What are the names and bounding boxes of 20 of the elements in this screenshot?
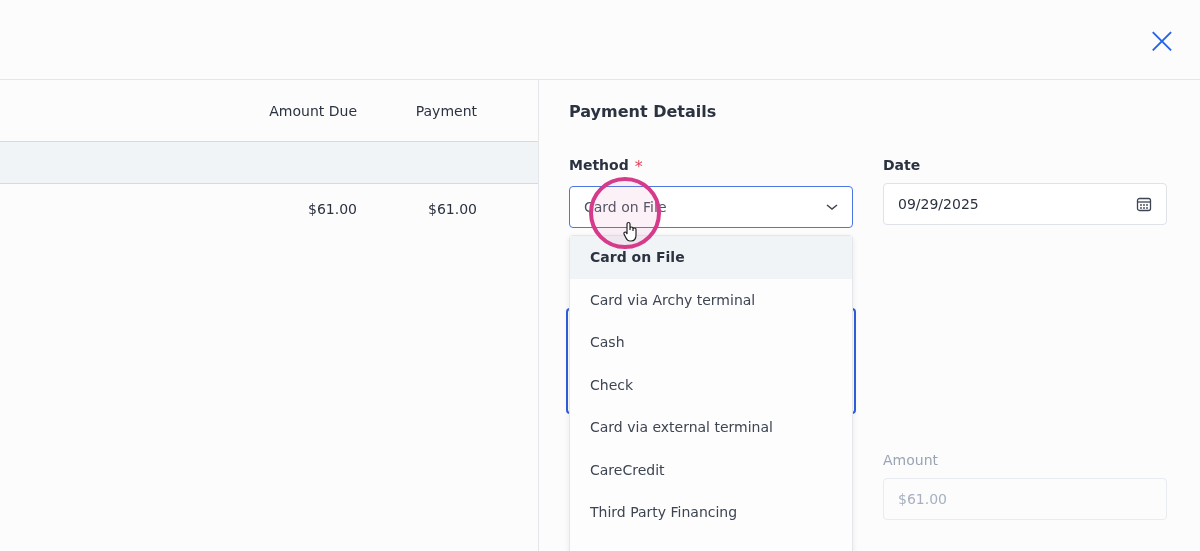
dropdown-option[interactable]: Cash <box>570 321 852 364</box>
close-button[interactable]: × <box>1146 24 1176 55</box>
dropdown-option[interactable]: Card on File <box>570 236 852 279</box>
dropdown-option[interactable]: CareCredit <box>570 448 852 491</box>
column-header: Payment <box>414 102 477 119</box>
field-label: Amount <box>883 452 939 468</box>
date-field[interactable]: 09/29/2025 <box>883 183 1167 225</box>
required-mark: * <box>634 157 643 176</box>
chevron-down-icon <box>826 203 838 211</box>
field-label: Date <box>883 157 922 173</box>
dropdown-option[interactable]: Check <box>570 363 852 406</box>
dropdown-option[interactable]: Third Party Financing <box>570 491 852 534</box>
table-cell-text: $61.00 <box>427 201 477 217</box>
section-title: Payment Details <box>569 102 718 121</box>
table-cell-text: $61.00 <box>307 201 357 217</box>
calendar-icon <box>1136 196 1152 212</box>
dropdown-option[interactable]: Card via external terminal <box>570 406 852 449</box>
column-header: Amount Due <box>268 102 357 119</box>
dropdown-option[interactable]: Card via Archy terminal <box>570 278 852 321</box>
field-label: Method <box>569 157 629 175</box>
